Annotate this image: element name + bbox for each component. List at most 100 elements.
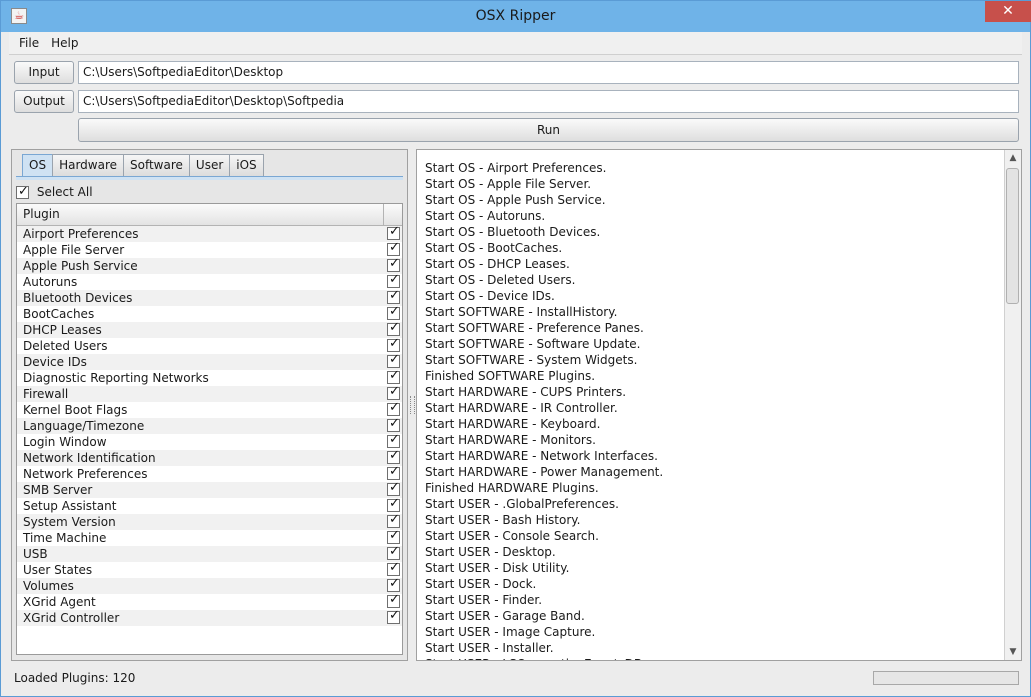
select-all[interactable]: Select All (16, 183, 93, 201)
table-row[interactable]: Diagnostic Reporting Networks (17, 368, 402, 386)
plugin-name: Network Preferences (23, 467, 148, 481)
table-row[interactable]: System Version (17, 512, 402, 530)
table-row[interactable]: Login Window (17, 432, 402, 450)
plugin-checkbox[interactable] (387, 416, 400, 432)
plugin-checkbox[interactable] (387, 560, 400, 576)
scroll-down-icon[interactable]: ▼ (1005, 644, 1021, 660)
table-row[interactable]: Apple Push Service (17, 256, 402, 274)
close-button[interactable]: ✕ (985, 1, 1031, 22)
plugin-checkbox[interactable] (387, 448, 400, 464)
status-bar: Loaded Plugins: 120 (9, 667, 1022, 689)
log-line: Start OS - Apple Push Service. (425, 193, 606, 207)
tab-hardware[interactable]: Hardware (52, 154, 124, 176)
plugin-name: Network Identification (23, 451, 156, 465)
log-line: Start USER - Image Capture. (425, 625, 596, 639)
split-pane-divider[interactable] (410, 396, 415, 414)
plugin-checkbox[interactable] (387, 304, 400, 320)
menu-help[interactable]: Help (45, 32, 84, 54)
table-row[interactable]: Language/Timezone (17, 416, 402, 434)
log-line: Start OS - BootCaches. (425, 241, 563, 255)
select-all-checkbox[interactable] (16, 183, 29, 201)
progress-bar (873, 671, 1019, 685)
table-row[interactable]: XGrid Agent (17, 592, 402, 610)
run-button[interactable]: Run (78, 118, 1019, 142)
plugin-checkbox[interactable] (387, 336, 400, 352)
log-line: Start USER - Finder. (425, 593, 543, 607)
output-button[interactable]: Output (14, 90, 74, 113)
tab-user[interactable]: User (188, 154, 231, 176)
column-header-plugin[interactable]: Plugin (23, 204, 60, 225)
tab-os[interactable]: OS (22, 154, 54, 176)
plugin-checkbox[interactable] (387, 480, 400, 496)
table-row[interactable]: Deleted Users (17, 336, 402, 354)
log-line: Start USER - Console Search. (425, 529, 599, 543)
plugin-name: Apple File Server (23, 243, 125, 257)
log-line: Finished SOFTWARE Plugins. (425, 369, 596, 383)
select-all-label: Select All (36, 185, 93, 199)
log-line: Start USER - Dock. (425, 577, 537, 591)
plugin-checkbox[interactable] (387, 320, 400, 336)
column-separator (383, 204, 384, 225)
title-bar[interactable]: ☕ OSX Ripper ✕ (1, 1, 1031, 32)
log-line: Start USER - Desktop. (425, 545, 556, 559)
plugin-checkbox[interactable] (387, 272, 400, 288)
plugin-checkbox[interactable] (387, 432, 400, 448)
output-path-field[interactable]: C:\Users\SoftpediaEditor\Desktop\Softped… (78, 90, 1019, 113)
table-row[interactable]: SMB Server (17, 480, 402, 498)
plugin-name: Language/Timezone (23, 419, 145, 433)
log-line: Start USER - .GlobalPreferences. (425, 497, 619, 511)
table-row[interactable]: DHCP Leases (17, 320, 402, 338)
table-row[interactable]: Network Preferences (17, 464, 402, 482)
table-row[interactable]: Firewall (17, 384, 402, 402)
plugin-checkbox[interactable] (387, 576, 400, 592)
tab-ios[interactable]: iOS (229, 154, 264, 176)
table-row[interactable]: Bluetooth Devices (17, 288, 402, 306)
plugin-checkbox[interactable] (387, 368, 400, 384)
plugin-checkbox[interactable] (387, 384, 400, 400)
plugin-panel: OSHardwareSoftwareUseriOS Select All Plu… (11, 149, 408, 661)
plugin-checkbox[interactable] (387, 400, 400, 416)
plugin-checkbox[interactable] (387, 464, 400, 480)
table-row[interactable]: BootCaches (17, 304, 402, 322)
table-row[interactable]: Kernel Boot Flags (17, 400, 402, 418)
tab-software[interactable]: Software (123, 154, 190, 176)
plugin-checkbox[interactable] (387, 496, 400, 512)
table-row[interactable]: Setup Assistant (17, 496, 402, 514)
table-row[interactable]: Airport Preferences (17, 224, 402, 242)
table-row[interactable]: User States (17, 560, 402, 578)
table-row[interactable]: Autoruns (17, 272, 402, 290)
plugin-name: Kernel Boot Flags (23, 403, 128, 417)
app-window: ☕ OSX Ripper ✕ File Help Input C:\Users\S… (0, 0, 1031, 697)
table-row[interactable]: Network Identification (17, 448, 402, 466)
plugin-checkbox[interactable] (387, 592, 400, 608)
log-line: Start USER - Installer. (425, 641, 554, 655)
plugin-checkbox[interactable] (387, 288, 400, 304)
plugin-table-header[interactable]: Plugin (17, 204, 402, 226)
table-row[interactable]: Volumes (17, 576, 402, 594)
tab-underline (16, 176, 403, 180)
log-line: Start SOFTWARE - Preference Panes. (425, 321, 644, 335)
plugin-name: Diagnostic Reporting Networks (23, 371, 209, 385)
plugin-checkbox[interactable] (387, 608, 400, 624)
plugin-name: Volumes (23, 579, 74, 593)
table-row[interactable]: USB (17, 544, 402, 562)
scroll-thumb[interactable] (1006, 168, 1019, 304)
log-scrollbar[interactable]: ▲ ▼ (1004, 150, 1021, 660)
input-path-field[interactable]: C:\Users\SoftpediaEditor\Desktop (78, 61, 1019, 84)
plugin-checkbox[interactable] (387, 256, 400, 272)
table-row[interactable]: Device IDs (17, 352, 402, 370)
plugin-checkbox[interactable] (387, 544, 400, 560)
plugin-checkbox[interactable] (387, 352, 400, 368)
plugin-checkbox[interactable] (387, 528, 400, 544)
plugin-checkbox[interactable] (387, 512, 400, 528)
plugin-checkbox[interactable] (387, 240, 400, 256)
menu-file[interactable]: File (9, 32, 45, 54)
plugin-name: Deleted Users (23, 339, 108, 353)
table-row[interactable]: Time Machine (17, 528, 402, 546)
log-line: Start OS - Apple File Server. (425, 177, 592, 191)
table-row[interactable]: Apple File Server (17, 240, 402, 258)
plugin-checkbox[interactable] (387, 224, 400, 240)
scroll-up-icon[interactable]: ▲ (1005, 150, 1021, 166)
input-button[interactable]: Input (14, 61, 74, 84)
table-row[interactable]: XGrid Controller (17, 608, 402, 626)
